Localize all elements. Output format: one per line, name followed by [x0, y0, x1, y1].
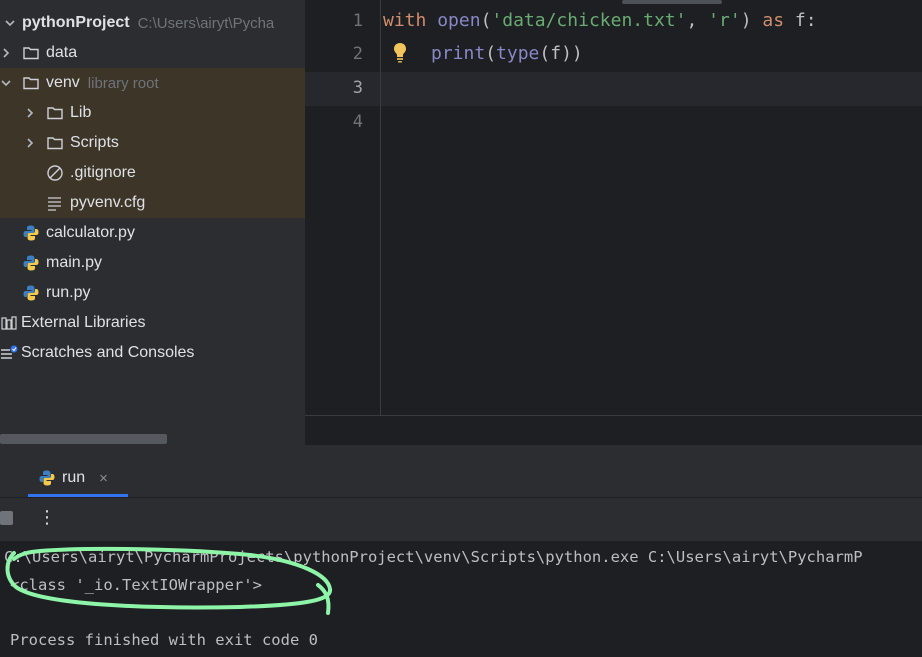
- tree-item-label: calculator.py: [46, 224, 135, 241]
- ignore-file-icon: [46, 164, 64, 182]
- builtin-function: print: [431, 43, 486, 64]
- scratches-icon: [0, 344, 18, 362]
- paren: (: [485, 43, 497, 64]
- chevron-right-icon[interactable]: [24, 107, 36, 119]
- tree-item-external-libraries[interactable]: External Libraries: [0, 308, 305, 338]
- project-tool-window: pythonProject C:\Users\airyt\Pycha data …: [0, 0, 305, 445]
- line-number: 3: [352, 78, 363, 98]
- code-text: f:: [794, 10, 817, 31]
- paren: (: [480, 10, 492, 31]
- tree-item-label: External Libraries: [21, 314, 146, 331]
- tree-item-label: main.py: [46, 254, 103, 271]
- tree-item-run-py[interactable]: run.py: [0, 278, 305, 308]
- tree-item-lib[interactable]: Lib: [0, 98, 305, 128]
- gutter-separator: [380, 0, 381, 415]
- folder-icon: [46, 104, 64, 122]
- keyword: with: [383, 10, 427, 31]
- library-icon: [0, 314, 18, 332]
- folder-icon: [22, 44, 40, 62]
- console-line: Process finished with exit code 0: [10, 631, 318, 649]
- tree-item-label: venv: [46, 74, 80, 91]
- scrollbar-thumb[interactable]: [0, 434, 167, 444]
- code-editor[interactable]: 1 2 3 4 with open('data/chicken.txt', 'r…: [305, 0, 922, 446]
- tree-item-scripts[interactable]: Scripts: [0, 128, 305, 158]
- tree-item-label: Scratches and Consoles: [21, 344, 195, 361]
- chevron-down-icon[interactable]: [0, 77, 12, 89]
- paren: ): [740, 10, 752, 31]
- tree-item-label: data: [46, 44, 78, 61]
- keyword: as: [762, 10, 785, 31]
- chevron-right-icon[interactable]: [0, 47, 12, 59]
- code-line-1[interactable]: with open('data/chicken.txt', 'r') as f:: [383, 10, 817, 31]
- library-root-label: library root: [87, 74, 159, 92]
- chevron-right-icon[interactable]: [24, 137, 36, 149]
- tree-item-label: .gitignore: [70, 164, 136, 181]
- string-literal: 'r': [708, 10, 741, 31]
- tree-item-label: pyvenv.cfg: [70, 194, 146, 211]
- project-horizontal-scrollbar[interactable]: [0, 434, 305, 444]
- python-file-icon: [38, 469, 56, 487]
- run-tool-window-header: [0, 445, 922, 497]
- tree-item-scratches[interactable]: Scratches and Consoles: [0, 338, 305, 368]
- python-file-icon: [22, 224, 40, 242]
- string-literal: 'data/chicken.txt': [491, 10, 687, 31]
- line-number: 4: [352, 112, 363, 132]
- tree-item-venv[interactable]: venv library root: [0, 68, 305, 98]
- stop-button[interactable]: [0, 511, 13, 525]
- text-file-icon: [46, 194, 64, 212]
- tree-item-calculator-py[interactable]: calculator.py: [0, 218, 305, 248]
- run-toolbar: ⋮: [0, 497, 922, 542]
- tab-run-label: run: [62, 469, 86, 486]
- comma: ,: [686, 10, 709, 31]
- tree-item-gitignore[interactable]: .gitignore: [0, 158, 305, 188]
- tree-root-pythonproject[interactable]: pythonProject C:\Users\airyt\Pycha: [0, 8, 305, 38]
- python-file-icon: [22, 254, 40, 272]
- tab-run[interactable]: run ×: [38, 460, 128, 496]
- tree-item-main-py[interactable]: main.py: [0, 248, 305, 278]
- line-number: 2: [352, 44, 363, 64]
- current-line-highlight: [305, 72, 922, 106]
- line-number: 1: [352, 11, 363, 31]
- line-number-gutter: 1 2 3 4: [305, 0, 380, 415]
- project-root-path: C:\Users\airyt\Pycha: [137, 14, 275, 32]
- lightbulb-icon[interactable]: [393, 42, 407, 69]
- tree-item-pyvenv-cfg[interactable]: pyvenv.cfg: [0, 188, 305, 218]
- folder-icon: [22, 74, 40, 92]
- builtin-function: type: [496, 43, 540, 64]
- chevron-down-icon[interactable]: [4, 17, 16, 29]
- code-line-2[interactable]: print(type(f)): [431, 43, 583, 64]
- tree-item-data[interactable]: data: [0, 38, 305, 68]
- tree-item-label: Lib: [70, 104, 92, 121]
- more-options-button[interactable]: ⋮: [38, 507, 56, 528]
- project-root-name: pythonProject: [22, 14, 130, 31]
- close-icon[interactable]: ×: [99, 470, 108, 487]
- tree-item-label: Scripts: [70, 134, 119, 151]
- python-file-icon: [22, 284, 40, 302]
- folder-icon: [46, 134, 64, 152]
- hand-drawn-circle-annotation: [5, 546, 332, 615]
- editor-bottom-area: [305, 415, 922, 446]
- code-text: (f)): [539, 43, 583, 64]
- builtin-function: open: [437, 10, 481, 31]
- tree-item-label: run.py: [46, 284, 91, 301]
- editor-scrollbar-thumb[interactable]: [622, 0, 722, 4]
